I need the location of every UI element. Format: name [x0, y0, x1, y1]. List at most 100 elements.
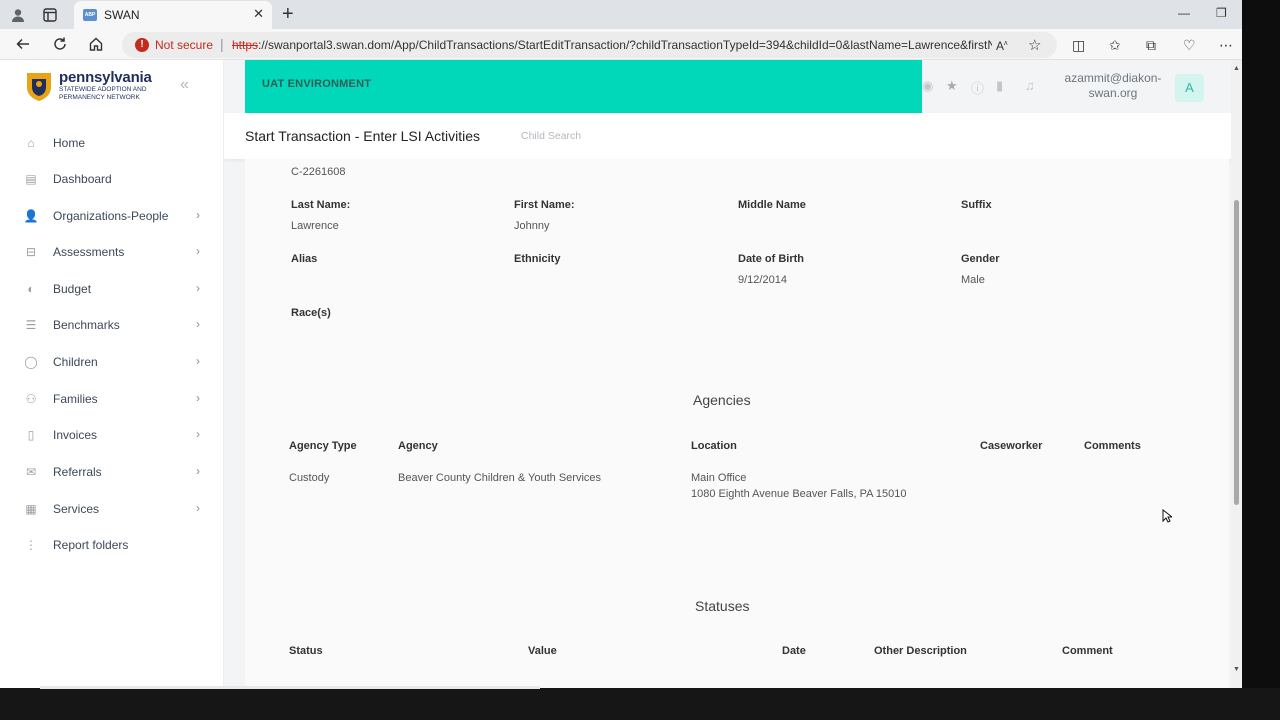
agencies-col-comments: Comments: [1084, 440, 1141, 452]
profile-icon[interactable]: [8, 5, 28, 25]
browser-window: ABP SWAN ✕ + — ❐ ! Not secure | https://…: [0, 0, 1242, 688]
agencies-col-location: Location: [691, 440, 737, 452]
suffix-label: Suffix: [961, 199, 992, 211]
sidebar-item-dashboard[interactable]: ▤ Dashboard: [0, 162, 224, 198]
new-tab-icon[interactable]: +: [282, 3, 294, 26]
scroll-up-arrow-icon[interactable]: ▲: [1233, 65, 1240, 72]
sidebar-item-budget[interactable]: ◐ Budget ›: [0, 272, 224, 308]
tab-title: SWAN: [104, 8, 140, 22]
page-title: Start Transaction - Enter LSI Activities: [245, 128, 480, 144]
chevron-right-icon: ›: [196, 464, 200, 478]
chevron-right-icon: ›: [196, 391, 200, 405]
user-email-line2: swan.org: [1088, 86, 1138, 100]
url-field[interactable]: ! Not secure | https://swanportal3.swan.…: [122, 32, 1057, 58]
sidebar-item-label: Children: [53, 355, 98, 369]
favorites-icon[interactable]: ✩: [1109, 37, 1121, 54]
chevron-right-icon: ›: [196, 208, 200, 222]
sidebar-item-label: Families: [53, 392, 98, 406]
statuses-col-value: Value: [528, 645, 557, 657]
collections-icon[interactable]: ⧉: [1146, 37, 1156, 54]
url-separator: |: [220, 36, 224, 52]
agency-location-line1: Main Office: [691, 472, 747, 484]
page-scrollbar[interactable]: ▲ ▼: [1231, 60, 1242, 688]
home-browser-icon[interactable]: [87, 35, 105, 53]
url-rest: ://swanportal3.swan.dom/App/ChildTransac…: [258, 38, 992, 52]
url-text[interactable]: https://swanportal3.swan.dom/App/ChildTr…: [232, 38, 992, 52]
star-icon[interactable]: ★: [946, 78, 958, 94]
address-bar: ! Not secure | https://swanportal3.swan.…: [0, 29, 1242, 60]
sidebar-item-label: Invoices: [53, 428, 98, 442]
agencies-col-caseworker: Caseworker: [980, 440, 1043, 452]
bell-icon[interactable]: ♫: [1025, 78, 1035, 93]
gender-label: Gender: [961, 253, 1000, 265]
sidebar-item-children[interactable]: ◯ Children ›: [0, 345, 224, 381]
chevron-right-icon: ›: [196, 501, 200, 515]
close-tab-icon[interactable]: ✕: [253, 6, 264, 22]
sidebar-item-label: Referrals: [53, 465, 102, 479]
people-icon: 👤: [23, 209, 39, 223]
main-area: UAT ENVIRONMENT ◉ ★ ⓘ ▮ ♫ azammit@diakon…: [224, 60, 1242, 688]
sidebar-item-label: Organizations-People: [53, 209, 169, 223]
sidebar-item-families[interactable]: ⚇ Families ›: [0, 382, 224, 418]
more-options-icon[interactable]: ⋯: [1219, 37, 1233, 54]
ethnicity-label: Ethnicity: [514, 253, 561, 265]
chevron-right-icon: ›: [196, 317, 200, 331]
sidebar-item-report-folders[interactable]: ⋮ Report folders: [0, 528, 224, 564]
read-aloud-icon[interactable]: Aʌ: [996, 39, 1008, 53]
screen-border-right: [1242, 0, 1280, 720]
agency-location-line2: 1080 Eighth Avenue Beaver Falls, PA 1501…: [691, 488, 907, 500]
help-icon[interactable]: ⓘ: [971, 78, 984, 97]
sidebar-item-label: Budget: [53, 282, 92, 296]
last-name-label: Last Name:: [291, 199, 351, 211]
environment-banner: UAT ENVIRONMENT: [245, 60, 922, 113]
statuses-title: Statuses: [695, 598, 750, 614]
minimize-icon[interactable]: —: [1178, 6, 1190, 20]
page-header: Start Transaction - Enter LSI Activities…: [224, 113, 1242, 159]
logo-title: pennsylvania: [59, 69, 152, 86]
chevron-right-icon: ›: [196, 427, 200, 441]
child-search-link[interactable]: Child Search: [521, 130, 581, 142]
file-icon[interactable]: ▮: [996, 78, 1003, 94]
first-name-value: Johnny: [514, 220, 550, 232]
avatar[interactable]: A: [1175, 74, 1204, 102]
sidebar-item-referrals[interactable]: ✉ Referrals ›: [0, 455, 224, 491]
browser-essentials-icon[interactable]: ♡: [1183, 37, 1196, 54]
swan-favicon-icon: ABP: [83, 9, 97, 21]
user-email[interactable]: azammit@diakon- swan.org: [1050, 71, 1176, 101]
agency-name-cell: Beaver County Children & Youth Services: [398, 472, 602, 484]
last-name-value: Lawrence: [291, 220, 339, 232]
sidebar-item-organizations-people[interactable]: 👤 Organizations-People ›: [0, 199, 224, 235]
piggy-bank-icon: ◐: [27, 282, 35, 296]
back-icon[interactable]: [14, 35, 32, 53]
sidebar-item-home[interactable]: ⌂ Home: [0, 126, 224, 162]
refresh-icon[interactable]: [51, 35, 69, 53]
scroll-thumb[interactable]: [1234, 200, 1239, 505]
gender-value: Male: [961, 274, 985, 286]
sidebar-item-invoices[interactable]: ▯ Invoices ›: [0, 418, 224, 454]
collapse-sidebar-icon[interactable]: «: [180, 76, 189, 94]
sidebar-item-label: Dashboard: [53, 172, 112, 186]
location-icon[interactable]: ◉: [922, 78, 933, 94]
taskbar-strip: [40, 686, 540, 689]
document-icon: ▯: [27, 428, 35, 442]
home-icon: ⌂: [27, 136, 35, 150]
races-label: Race(s): [291, 307, 331, 319]
browser-tab-swan[interactable]: ABP SWAN ✕: [74, 1, 272, 29]
scroll-down-arrow-icon[interactable]: ▼: [1233, 666, 1240, 673]
first-name-label: First Name:: [514, 199, 575, 211]
pennsylvania-logo-icon[interactable]: [24, 71, 54, 103]
not-secure-label[interactable]: Not secure: [155, 38, 213, 52]
sidebar-item-assessments[interactable]: ⊟ Assessments ›: [0, 235, 224, 271]
tab-actions-icon[interactable]: [40, 5, 60, 25]
restore-icon[interactable]: ❐: [1216, 6, 1227, 20]
split-screen-icon[interactable]: ◫: [1072, 37, 1085, 54]
sidebar-item-services[interactable]: ▦ Services ›: [0, 492, 224, 528]
sidebar-item-benchmarks[interactable]: ☰ Benchmarks ›: [0, 308, 224, 344]
favorite-star-icon[interactable]: ☆: [1028, 36, 1041, 54]
chevron-right-icon: ›: [196, 281, 200, 295]
user-email-line1: azammit@diakon-: [1064, 71, 1162, 85]
child-id: C-2261608: [291, 166, 346, 178]
alias-label: Alias: [291, 253, 318, 265]
sidebar: pennsylvania STATEWIDE ADOPTION AND PERM…: [0, 60, 224, 688]
screen-border-bottom: [0, 688, 1280, 720]
